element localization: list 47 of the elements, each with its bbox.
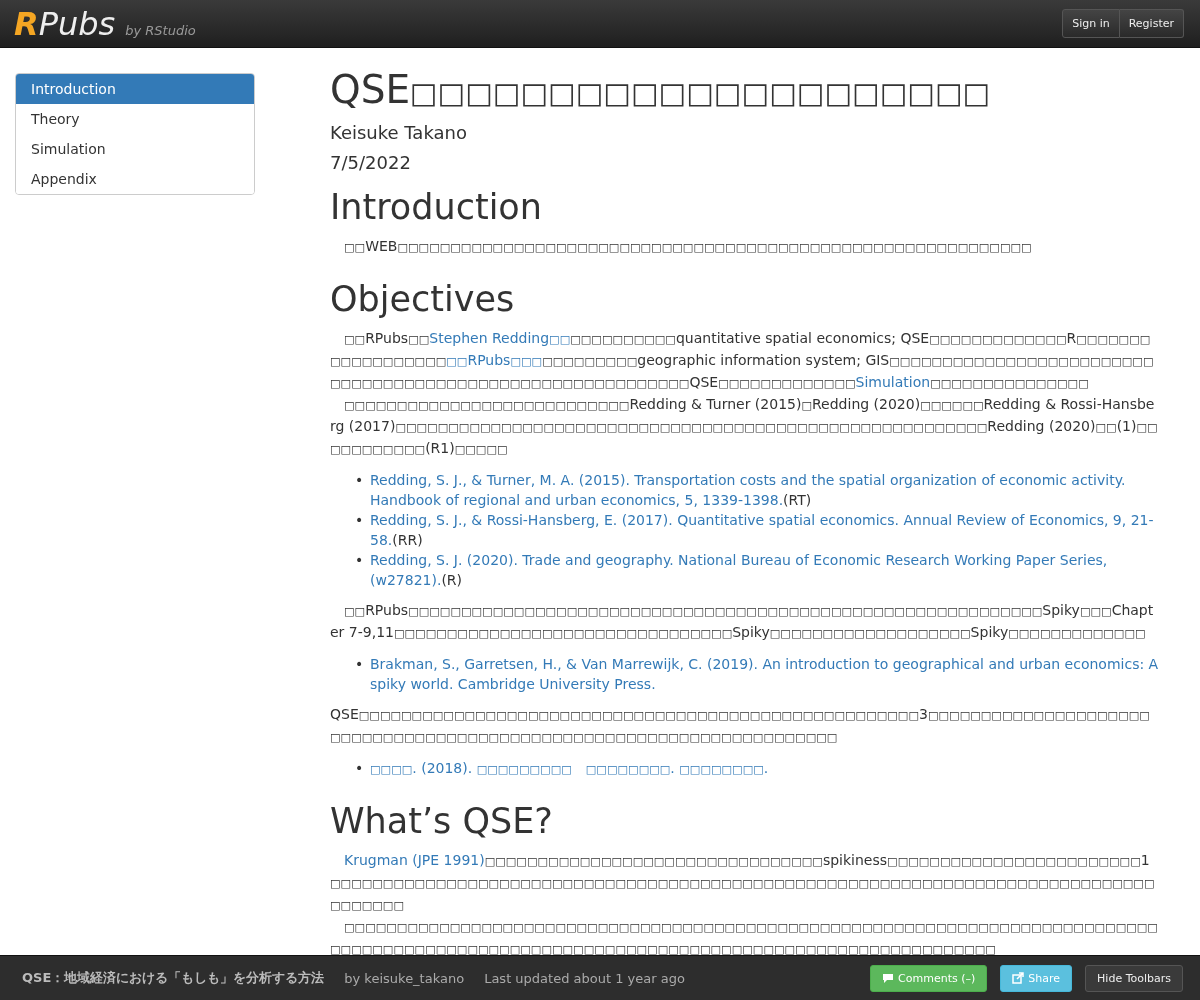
reference-link[interactable]: Redding, S. J. (2020). Trade and geography. National Bureau of Economic Research Working Paper Series, <box>370 550 1108 570</box>
paragraph: □□RPubs□□Stephen Redding□□□□□□□□□□□□quantitative spatial economics; QSE□□□□□□□□□□□□□R□□□□□□□□□□□□□□□□□□□□RPubs□□□□□□□□□□□□geographic information system; GIS□□□□□□□□□□□□□□□□□□□□□□□□□□□□□□□□□□□□□□□□□□□□□□□□□□□□□□□□□□□QSE□□□□□□□□□□□□□Simulation□□□□□□□□□□□□□□□ <box>330 329 1155 392</box>
author-label: by keisuke_takano <box>344 970 465 986</box>
list-bullet: • <box>355 551 365 570</box>
updated-label: Last updated about 1 year ago <box>484 970 685 986</box>
document-date: 7/5/2022 <box>330 151 412 175</box>
reference-link[interactable]: Brakman, S., Garretsen, H., & Van Marrewijk, C. (2019). An introduction to geographical and urban economics: A <box>370 654 1159 674</box>
paragraph: □□□□□□□□□□□□□□□□□□□□□□□□□□□□□□□□□□□□□□□□□□□□□□□□□□□□□□□□□□□□□□□□□□□□□□□□□□□□□□□□□□□□□□□□□□□□□□□□□□□□□□□□□□□□□□□□□□□□□□□□□□□□□□□□□□□□□□□□□□□□ <box>330 920 1159 955</box>
reference-link[interactable]: spiky world. Cambridge University Press. <box>370 674 656 694</box>
document-name: QSE：地域経済における「もしも」を分析する方法 <box>22 969 325 987</box>
reference-link[interactable]: □□□□. (2018). □□□□□□□□□ □□□□□□□□. □□□□□□□□. <box>370 758 769 780</box>
paragraph: □□RPubs□□□□□□□□□□□□□□□□□□□□□□□□□□□□□□□□□□□□□□□□□□□□□□□□□□□□□□□□□□□□Spiky□□□Chapter 7-9,11□□□□□□□□□□□□□□□□□□□□□□□□□□□□□□□□Spiky□□□□□□□□□□□□□□□□□□□Spiky□□□□□□□□□□□□□ <box>330 601 1155 642</box>
text-link[interactable]: Stephen Redding□□ <box>429 330 571 346</box>
header-button[interactable]: Register <box>1119 9 1184 38</box>
reference-link[interactable]: (w27821). <box>370 570 442 590</box>
reference-link[interactable]: Redding, S. J., & Rossi-Hansberg, E. (2017). Quantitative spatial economics. Annual Review of Economics, 9, 21- <box>370 510 1154 530</box>
reference-link[interactable]: Handbook of regional and urban economics, 5, 1339-1398. <box>370 490 784 510</box>
toc-item[interactable]: Introduction <box>16 74 254 104</box>
reference-note: (R) <box>441 571 463 590</box>
section-heading: Objectives <box>330 278 516 320</box>
section-heading: What’s QSE? <box>330 800 554 842</box>
header-button[interactable]: Sign in <box>1062 9 1120 38</box>
paragraph: □□WEB□□□□□□□□□□□□□□□□□□□□□□□□□□□□□□□□□□□□□□□□□□□□□□□□□□□□□□□□□□□□ <box>343 237 1033 256</box>
paragraph: QSE□□□□□□□□□□□□□□□□□□□□□□□□□□□□□□□□□□□□□□□□□□□□□□□□□□□□□3□□□□□□□□□□□□□□□□□□□□□□□□□□□□□□□□□□□□□□□□□□□□□□□□□□□□□□□□□□□□□□□□□□□□□ <box>330 705 1151 746</box>
text-link[interactable]: Krugman (JPE 1991) <box>344 852 485 868</box>
reference-link[interactable]: Redding, S. J., & Turner, M. A. (2015). Transportation costs and the spatial organization of economic activity. <box>370 470 1126 490</box>
section-heading: Introduction <box>330 186 543 228</box>
comments-button[interactable]: Comments (–) <box>870 964 988 992</box>
text-link[interactable]: □□RPubs□□□ <box>446 352 543 368</box>
text-link[interactable]: Simulation <box>855 374 931 390</box>
list-bullet: • <box>355 655 365 674</box>
reference-note: (RR) <box>392 531 423 550</box>
list-bullet: • <box>355 511 365 530</box>
list-bullet: • <box>355 471 365 490</box>
toolbar-button[interactable]: Hide Toolbars <box>1085 964 1183 992</box>
paragraph: □□□□□□□□□□□□□□□□□□□□□□□□□□□Redding & Turner (2015)□Redding (2020)□□□□□□Redding & Rossi-Hansberg (2017)□□□□□□□□□□□□□□□□□□□□□□□□□□□□□□□□□□□□□□□□□□□□□□□□□□□□□□□□Redding (2020)□□(1)□□□□□□□□□□□(R1)□□□□□ <box>330 395 1159 458</box>
list-bullet: • <box>355 759 365 778</box>
logo-name: Pubs <box>38 4 116 43</box>
share-icon <box>1012 972 1025 984</box>
logo-mark: R <box>14 4 39 43</box>
document-author: Keisuke Takano <box>330 121 468 145</box>
logo-byline: by RStudio <box>125 22 196 38</box>
speech-bubble-icon <box>882 972 895 984</box>
reference-note: (RT) <box>783 491 812 510</box>
reference-link[interactable]: 58. <box>370 530 393 550</box>
paragraph: Krugman (JPE 1991)□□□□□□□□□□□□□□□□□□□□□□□□□□□□□□□□spikiness□□□□□□□□□□□□□□□□□□□□□□□□1□□□□□□□□□□□□□□□□□□□□□□□□□□□□□□□□□□□□□□□□□□□□□□□□□□□□□□□□□□□□□□□□□□□□□□□□□□□□□□□□□□□□□ <box>330 851 1156 914</box>
document-title: QSE□□□□□□□□□□□□□□□□□□□□□ <box>330 67 992 114</box>
